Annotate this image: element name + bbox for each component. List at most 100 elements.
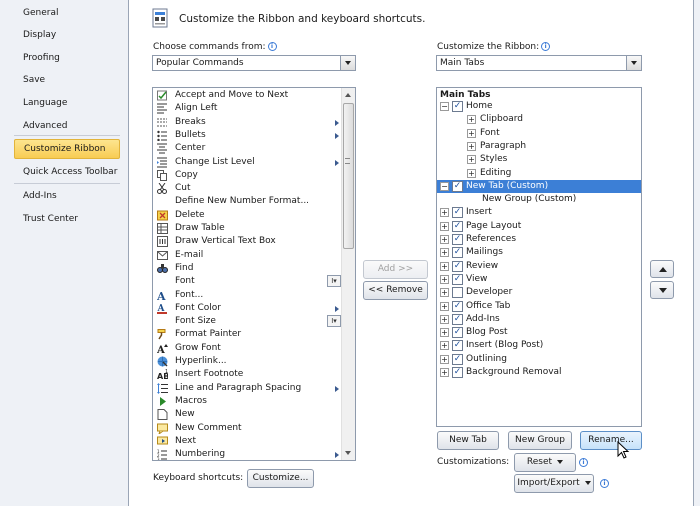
customize-ribbon-dropdown[interactable]: Main Tabs [436,55,642,71]
new-group-button[interactable]: New Group [508,431,572,450]
collapse-icon[interactable]: − [440,102,449,111]
expand-icon[interactable]: + [440,354,449,364]
nav-proofing[interactable]: Proofing [14,48,120,68]
tree-item[interactable]: New Group (Custom) [437,193,641,206]
command-item[interactable]: A Grow Font [153,342,355,356]
command-item[interactable]: Font Size I▾ [153,315,355,328]
nav-add-ins[interactable]: Add-Ins [14,186,120,206]
tree-item[interactable]: + ✓ Add-Ins [437,313,641,326]
command-item[interactable]: Cut [153,182,355,195]
expand-icon[interactable]: + [440,208,449,218]
command-item[interactable]: Format Painter [153,328,355,341]
command-item[interactable]: New Comment [153,422,355,435]
expand-icon[interactable]: + [440,248,449,258]
command-item[interactable]: Change List Level [153,156,355,169]
command-item[interactable]: Align Left [153,102,355,115]
nav-trust-center[interactable]: Trust Center [14,209,120,229]
command-item[interactable]: 1 2 3 Numbering [153,448,355,460]
command-item[interactable]: AB1 Insert Footnote [153,368,355,381]
tree-item[interactable]: + ✓ Outlining [437,353,641,366]
expand-icon[interactable]: + [440,341,449,351]
tree-item[interactable]: + ✓ Background Removal [437,366,641,379]
nav-language[interactable]: Language [14,93,120,113]
expand-icon[interactable]: + [440,314,449,324]
chevron-down-icon[interactable] [340,56,355,70]
command-item[interactable]: New [153,408,355,421]
tree-item[interactable]: + ✓ References [437,233,641,246]
tab-checkbox[interactable]: ✓ [452,234,463,245]
tree-item[interactable]: + Clipboard [437,113,641,126]
command-item[interactable]: Find [153,262,355,275]
expand-icon[interactable]: + [467,128,476,138]
command-item[interactable]: Next [153,435,355,448]
nav-general[interactable]: General [14,3,120,23]
command-item[interactable]: A Font... [153,289,355,303]
customize-shortcuts-button[interactable]: Customize... [247,469,314,488]
tab-checkbox[interactable]: ✓ [452,247,463,259]
command-item[interactable]: Accept and Move to Next [153,89,355,102]
tree-item[interactable]: + ✓ Review [437,260,641,273]
reset-button[interactable]: Reset [514,453,576,472]
command-item[interactable]: A Font Color [153,302,355,315]
tab-checkbox[interactable]: ✓ [452,313,463,325]
tab-checkbox[interactable]: ✓ [452,220,463,232]
tree-item[interactable]: + ✓ Page Layout [437,220,641,233]
command-item[interactable]: Draw Table [153,222,355,235]
remove-button[interactable]: << Remove [363,281,428,300]
expand-icon[interactable]: + [440,235,449,244]
expand-icon[interactable]: + [440,274,449,284]
expand-icon[interactable]: + [440,261,449,271]
tree-item[interactable]: + Font [437,127,641,140]
expand-icon[interactable]: + [467,141,476,151]
choose-commands-dropdown[interactable]: Popular Commands [152,55,356,71]
command-item[interactable]: Breaks [153,116,355,129]
tree-item[interactable]: + ✓ Blog Post [437,326,641,339]
tab-checkbox[interactable]: ✓ [452,300,463,312]
command-item[interactable]: E-mail [153,249,355,262]
command-item[interactable]: Center [153,142,355,155]
tab-checkbox[interactable]: ✓ [452,367,463,378]
new-tab-button[interactable]: New Tab [437,431,499,450]
move-up-button[interactable] [650,260,674,278]
expand-icon[interactable]: + [467,168,476,178]
command-item[interactable]: Line and Paragraph Spacing [153,382,355,395]
nav-save[interactable]: Save [14,70,120,90]
tab-checkbox[interactable]: ✓ [452,207,463,219]
tree-item[interactable]: + ✓ Mailings [437,246,641,259]
tree-item[interactable]: + ✓ Insert [437,206,641,219]
command-item[interactable]: Draw Vertical Text Box [153,235,355,248]
nav-advanced[interactable]: Advanced [14,116,120,136]
tree-item[interactable]: + Editing [437,167,641,180]
tree-item[interactable]: − ✓ New Tab (Custom) [437,179,641,194]
tree-item[interactable]: + ✓ Insert (Blog Post) [437,339,641,352]
command-item[interactable]: Copy [153,169,355,182]
tab-checkbox[interactable]: ✓ [452,260,463,272]
expand-icon[interactable]: + [440,368,449,377]
tab-checkbox[interactable]: ✓ [452,327,463,339]
tree-item[interactable]: + Styles [437,153,641,166]
tab-checkbox[interactable]: ✓ [452,273,463,285]
tree-item[interactable]: + ✓ View [437,273,641,286]
tree-item[interactable]: + Developer [437,286,641,299]
scroll-thumb[interactable] [343,103,354,249]
expand-icon[interactable]: + [440,221,449,231]
expand-icon[interactable]: + [467,155,476,165]
tree-item[interactable]: − ✓ Home [437,100,641,113]
import-export-button[interactable]: Import/Export [514,474,594,493]
rename-button[interactable]: Rename... [580,431,642,450]
tree-item[interactable]: + Paragraph [437,140,641,153]
command-item[interactable]: Bullets [153,129,355,142]
tab-checkbox[interactable]: ✓ [452,340,463,352]
commands-list[interactable]: Accept and Move to Next Align Left Breaks B… [152,87,356,461]
commands-scrollbar[interactable] [341,88,355,460]
tab-checkbox[interactable]: ✓ [452,180,463,192]
chevron-down-icon[interactable] [626,56,641,70]
tab-checkbox[interactable]: ✓ [452,353,463,365]
ribbon-tree[interactable]: Main Tabs − ✓ Home + Clipboard + Font + Paragrap… [436,87,642,427]
command-item[interactable]: Delete [153,209,355,222]
expand-icon[interactable]: + [440,328,449,338]
expand-icon[interactable]: + [440,301,449,311]
tab-checkbox[interactable]: ✓ [452,101,463,112]
command-item[interactable]: Define New Number Format... [153,195,355,208]
expand-icon[interactable]: + [467,115,476,125]
